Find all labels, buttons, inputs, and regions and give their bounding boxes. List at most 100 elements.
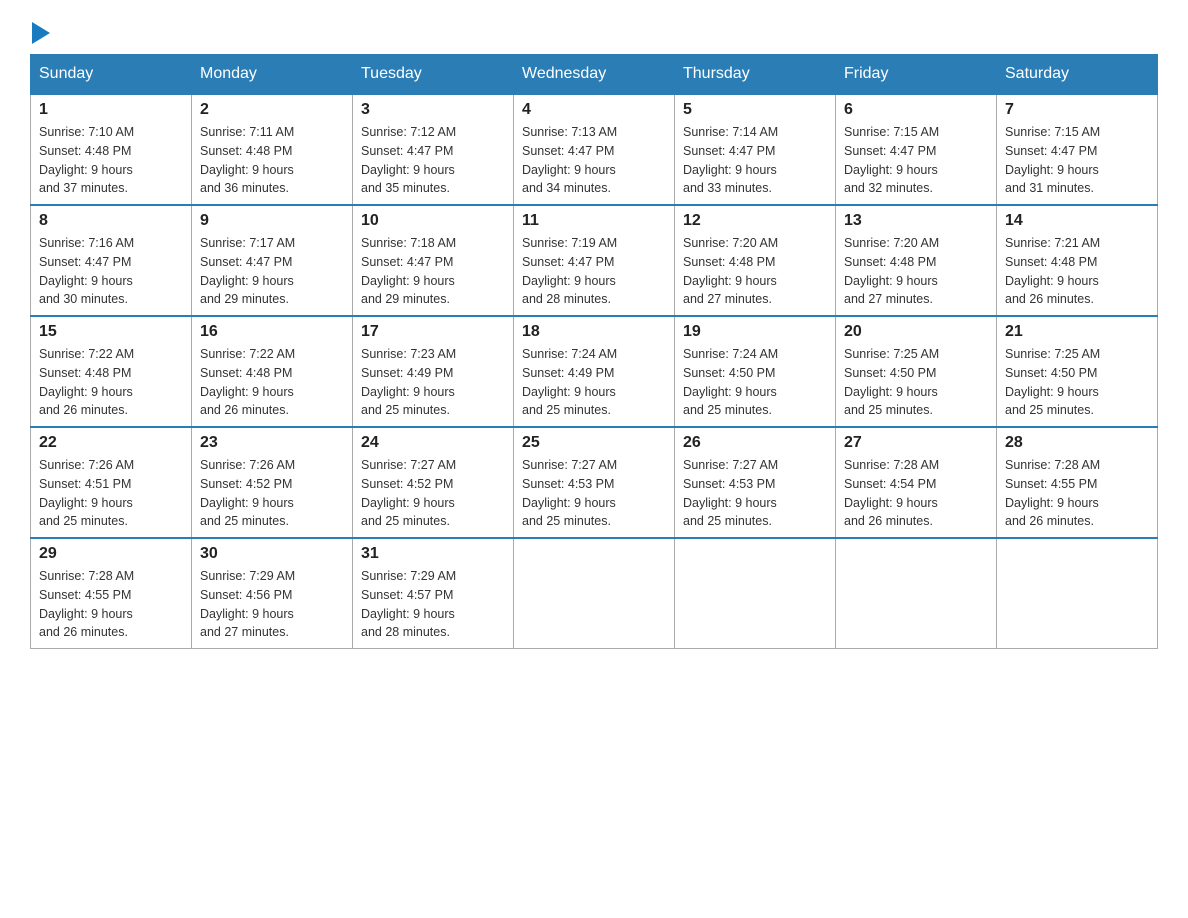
calendar-cell: 23 Sunrise: 7:26 AM Sunset: 4:52 PM Dayl…	[192, 427, 353, 538]
day-number: 14	[1005, 212, 1149, 230]
calendar-cell: 24 Sunrise: 7:27 AM Sunset: 4:52 PM Dayl…	[353, 427, 514, 538]
day-number: 26	[683, 434, 827, 452]
day-number: 6	[844, 101, 988, 119]
day-number: 27	[844, 434, 988, 452]
day-number: 31	[361, 545, 505, 563]
day-number: 23	[200, 434, 344, 452]
day-info: Sunrise: 7:26 AM Sunset: 4:52 PM Dayligh…	[200, 456, 344, 531]
day-info: Sunrise: 7:21 AM Sunset: 4:48 PM Dayligh…	[1005, 234, 1149, 309]
day-info: Sunrise: 7:29 AM Sunset: 4:56 PM Dayligh…	[200, 567, 344, 642]
calendar-cell: 3 Sunrise: 7:12 AM Sunset: 4:47 PM Dayli…	[353, 94, 514, 205]
day-number: 19	[683, 323, 827, 341]
calendar-table: SundayMondayTuesdayWednesdayThursdayFrid…	[30, 54, 1158, 649]
day-info: Sunrise: 7:24 AM Sunset: 4:50 PM Dayligh…	[683, 345, 827, 420]
calendar-cell: 15 Sunrise: 7:22 AM Sunset: 4:48 PM Dayl…	[31, 316, 192, 427]
day-info: Sunrise: 7:22 AM Sunset: 4:48 PM Dayligh…	[39, 345, 183, 420]
day-number: 29	[39, 545, 183, 563]
calendar-cell: 19 Sunrise: 7:24 AM Sunset: 4:50 PM Dayl…	[675, 316, 836, 427]
calendar-header-sunday: Sunday	[31, 55, 192, 95]
calendar-cell: 22 Sunrise: 7:26 AM Sunset: 4:51 PM Dayl…	[31, 427, 192, 538]
day-info: Sunrise: 7:22 AM Sunset: 4:48 PM Dayligh…	[200, 345, 344, 420]
calendar-cell: 4 Sunrise: 7:13 AM Sunset: 4:47 PM Dayli…	[514, 94, 675, 205]
calendar-cell: 17 Sunrise: 7:23 AM Sunset: 4:49 PM Dayl…	[353, 316, 514, 427]
calendar-cell: 18 Sunrise: 7:24 AM Sunset: 4:49 PM Dayl…	[514, 316, 675, 427]
day-info: Sunrise: 7:20 AM Sunset: 4:48 PM Dayligh…	[844, 234, 988, 309]
day-info: Sunrise: 7:20 AM Sunset: 4:48 PM Dayligh…	[683, 234, 827, 309]
calendar-cell: 26 Sunrise: 7:27 AM Sunset: 4:53 PM Dayl…	[675, 427, 836, 538]
calendar-cell: 7 Sunrise: 7:15 AM Sunset: 4:47 PM Dayli…	[997, 94, 1158, 205]
day-number: 7	[1005, 101, 1149, 119]
day-info: Sunrise: 7:16 AM Sunset: 4:47 PM Dayligh…	[39, 234, 183, 309]
day-number: 15	[39, 323, 183, 341]
day-info: Sunrise: 7:27 AM Sunset: 4:53 PM Dayligh…	[683, 456, 827, 531]
day-info: Sunrise: 7:14 AM Sunset: 4:47 PM Dayligh…	[683, 123, 827, 198]
calendar-cell: 30 Sunrise: 7:29 AM Sunset: 4:56 PM Dayl…	[192, 538, 353, 649]
logo-arrow-icon	[32, 22, 50, 44]
calendar-cell: 2 Sunrise: 7:11 AM Sunset: 4:48 PM Dayli…	[192, 94, 353, 205]
calendar-week-row: 1 Sunrise: 7:10 AM Sunset: 4:48 PM Dayli…	[31, 94, 1158, 205]
day-info: Sunrise: 7:28 AM Sunset: 4:55 PM Dayligh…	[39, 567, 183, 642]
day-number: 1	[39, 101, 183, 119]
calendar-week-row: 15 Sunrise: 7:22 AM Sunset: 4:48 PM Dayl…	[31, 316, 1158, 427]
day-info: Sunrise: 7:23 AM Sunset: 4:49 PM Dayligh…	[361, 345, 505, 420]
calendar-cell: 11 Sunrise: 7:19 AM Sunset: 4:47 PM Dayl…	[514, 205, 675, 316]
page-header	[30, 20, 1158, 44]
day-info: Sunrise: 7:24 AM Sunset: 4:49 PM Dayligh…	[522, 345, 666, 420]
calendar-header-monday: Monday	[192, 55, 353, 95]
day-info: Sunrise: 7:10 AM Sunset: 4:48 PM Dayligh…	[39, 123, 183, 198]
day-info: Sunrise: 7:19 AM Sunset: 4:47 PM Dayligh…	[522, 234, 666, 309]
calendar-cell: 5 Sunrise: 7:14 AM Sunset: 4:47 PM Dayli…	[675, 94, 836, 205]
day-number: 24	[361, 434, 505, 452]
calendar-week-row: 29 Sunrise: 7:28 AM Sunset: 4:55 PM Dayl…	[31, 538, 1158, 649]
day-number: 8	[39, 212, 183, 230]
day-info: Sunrise: 7:25 AM Sunset: 4:50 PM Dayligh…	[1005, 345, 1149, 420]
day-number: 2	[200, 101, 344, 119]
day-info: Sunrise: 7:18 AM Sunset: 4:47 PM Dayligh…	[361, 234, 505, 309]
day-info: Sunrise: 7:13 AM Sunset: 4:47 PM Dayligh…	[522, 123, 666, 198]
day-info: Sunrise: 7:17 AM Sunset: 4:47 PM Dayligh…	[200, 234, 344, 309]
calendar-header-tuesday: Tuesday	[353, 55, 514, 95]
calendar-week-row: 22 Sunrise: 7:26 AM Sunset: 4:51 PM Dayl…	[31, 427, 1158, 538]
calendar-cell: 1 Sunrise: 7:10 AM Sunset: 4:48 PM Dayli…	[31, 94, 192, 205]
day-number: 16	[200, 323, 344, 341]
day-number: 3	[361, 101, 505, 119]
logo	[30, 20, 50, 44]
calendar-cell	[675, 538, 836, 649]
day-number: 22	[39, 434, 183, 452]
calendar-cell	[997, 538, 1158, 649]
day-info: Sunrise: 7:11 AM Sunset: 4:48 PM Dayligh…	[200, 123, 344, 198]
calendar-cell	[836, 538, 997, 649]
day-number: 11	[522, 212, 666, 230]
calendar-cell: 31 Sunrise: 7:29 AM Sunset: 4:57 PM Dayl…	[353, 538, 514, 649]
day-number: 5	[683, 101, 827, 119]
day-info: Sunrise: 7:27 AM Sunset: 4:52 PM Dayligh…	[361, 456, 505, 531]
day-number: 13	[844, 212, 988, 230]
calendar-cell: 16 Sunrise: 7:22 AM Sunset: 4:48 PM Dayl…	[192, 316, 353, 427]
calendar-cell: 12 Sunrise: 7:20 AM Sunset: 4:48 PM Dayl…	[675, 205, 836, 316]
day-number: 17	[361, 323, 505, 341]
calendar-header-thursday: Thursday	[675, 55, 836, 95]
day-number: 21	[1005, 323, 1149, 341]
calendar-cell: 14 Sunrise: 7:21 AM Sunset: 4:48 PM Dayl…	[997, 205, 1158, 316]
calendar-cell: 8 Sunrise: 7:16 AM Sunset: 4:47 PM Dayli…	[31, 205, 192, 316]
day-number: 4	[522, 101, 666, 119]
calendar-cell: 20 Sunrise: 7:25 AM Sunset: 4:50 PM Dayl…	[836, 316, 997, 427]
day-info: Sunrise: 7:29 AM Sunset: 4:57 PM Dayligh…	[361, 567, 505, 642]
day-number: 10	[361, 212, 505, 230]
calendar-cell: 29 Sunrise: 7:28 AM Sunset: 4:55 PM Dayl…	[31, 538, 192, 649]
day-number: 30	[200, 545, 344, 563]
calendar-cell: 10 Sunrise: 7:18 AM Sunset: 4:47 PM Dayl…	[353, 205, 514, 316]
calendar-header-wednesday: Wednesday	[514, 55, 675, 95]
day-info: Sunrise: 7:25 AM Sunset: 4:50 PM Dayligh…	[844, 345, 988, 420]
day-number: 12	[683, 212, 827, 230]
day-info: Sunrise: 7:12 AM Sunset: 4:47 PM Dayligh…	[361, 123, 505, 198]
day-info: Sunrise: 7:27 AM Sunset: 4:53 PM Dayligh…	[522, 456, 666, 531]
calendar-cell	[514, 538, 675, 649]
calendar-cell: 25 Sunrise: 7:27 AM Sunset: 4:53 PM Dayl…	[514, 427, 675, 538]
day-info: Sunrise: 7:26 AM Sunset: 4:51 PM Dayligh…	[39, 456, 183, 531]
calendar-cell: 13 Sunrise: 7:20 AM Sunset: 4:48 PM Dayl…	[836, 205, 997, 316]
day-number: 20	[844, 323, 988, 341]
day-number: 25	[522, 434, 666, 452]
calendar-cell: 28 Sunrise: 7:28 AM Sunset: 4:55 PM Dayl…	[997, 427, 1158, 538]
calendar-header-saturday: Saturday	[997, 55, 1158, 95]
